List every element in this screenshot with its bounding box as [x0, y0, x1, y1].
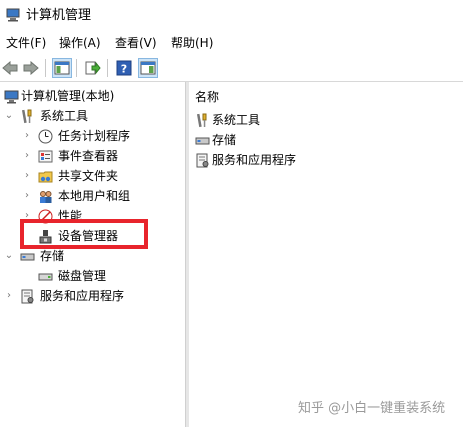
help-button[interactable]: ?: [114, 58, 134, 78]
chevron-right-icon[interactable]: ›: [22, 166, 32, 186]
tree-label: 事件查看器: [58, 149, 119, 163]
tree-item-storage[interactable]: ⌄ 存储: [0, 246, 185, 266]
list-item-label: 系统工具: [212, 113, 261, 127]
computer-management-icon: [4, 90, 19, 104]
tools-icon: [21, 109, 32, 124]
menu-file[interactable]: 文件(F): [5, 34, 47, 54]
forward-icon: [23, 61, 39, 75]
tree-label: 任务计划程序: [58, 129, 131, 143]
tree-label: 服务和应用程序: [40, 289, 125, 303]
action-pane-button[interactable]: [138, 58, 158, 78]
show-hide-console-tree-icon: [54, 61, 70, 75]
show-hide-console-tree-button[interactable]: [52, 58, 72, 78]
tree-item-root[interactable]: 计算机管理(本地): [0, 86, 185, 106]
menu-bar: 文件(F) 操作(A) 查看(V) 帮助(H): [0, 34, 463, 54]
tree-label: 系统工具: [40, 109, 89, 123]
menu-help[interactable]: 帮助(H): [170, 34, 214, 54]
list-item-services-apps[interactable]: 服务和应用程序: [195, 150, 455, 170]
tree-item-services-apps[interactable]: › 服务和应用程序: [0, 286, 185, 306]
action-pane-icon: [140, 61, 156, 75]
chevron-down-icon[interactable]: ⌄: [4, 106, 14, 126]
window-title: 计算机管理: [26, 8, 92, 23]
disk-management-icon: [38, 273, 53, 281]
chevron-right-icon[interactable]: ›: [22, 126, 32, 146]
tree-label: 共享文件夹: [58, 169, 119, 183]
watermark: 知乎 @小白一键重装系统: [298, 401, 446, 416]
computer-management-icon: [6, 8, 20, 22]
highlight-box: [20, 219, 148, 249]
back-icon: [2, 61, 18, 75]
chevron-right-icon[interactable]: ›: [22, 146, 32, 166]
tree-item-event-viewer[interactable]: › 事件查看器: [0, 146, 185, 166]
menu-action[interactable]: 操作(A): [58, 34, 102, 54]
tree-item-local-users-groups[interactable]: › 本地用户和组: [0, 186, 185, 206]
toolbar-separator: [45, 59, 46, 77]
tree-item-system-tools[interactable]: ⌄ 系统工具: [0, 106, 185, 126]
toolbar-separator: [76, 59, 77, 77]
list-item-label: 服务和应用程序: [212, 153, 297, 167]
chevron-right-icon[interactable]: ›: [4, 286, 14, 306]
export-list-icon: [85, 61, 101, 75]
tree-item-shared-folders[interactable]: › 共享文件夹: [0, 166, 185, 186]
forward-button[interactable]: [21, 58, 41, 78]
svg-text:?: ?: [121, 63, 127, 76]
tools-icon: [196, 113, 207, 128]
toolbar-separator: [107, 59, 108, 77]
results-pane: 名称 系统工具 存储 服务和应用程序: [189, 82, 463, 427]
event-viewer-icon: [38, 150, 53, 163]
back-button[interactable]: [0, 58, 20, 78]
chevron-down-icon[interactable]: ⌄: [4, 246, 14, 266]
storage-icon: [20, 253, 35, 261]
tree-item-disk-management[interactable]: 磁盘管理: [0, 266, 185, 286]
list-item-storage[interactable]: 存储: [195, 130, 455, 150]
storage-icon: [195, 137, 210, 145]
console-tree: 计算机管理(本地) ⌄ 系统工具 › 任务计划程序 › 事件查看器 › 共享文件…: [0, 82, 185, 427]
menu-view[interactable]: 查看(V): [114, 34, 158, 54]
export-list-button[interactable]: [83, 58, 103, 78]
list-item-label: 存储: [212, 133, 237, 147]
users-icon: [40, 191, 52, 203]
tree-label: 本地用户和组: [58, 189, 131, 203]
tree-label: 计算机管理(本地): [21, 89, 115, 103]
column-header-name[interactable]: 名称: [195, 88, 219, 106]
toolbar: ?: [0, 55, 463, 82]
title-bar: 计算机管理: [0, 0, 463, 32]
list-item-system-tools[interactable]: 系统工具: [195, 110, 455, 130]
shared-folder-icon: [38, 171, 53, 183]
clock-icon: [38, 129, 53, 144]
tree-label: 存储: [40, 249, 65, 263]
chevron-right-icon[interactable]: ›: [22, 186, 32, 206]
help-icon: ?: [116, 60, 132, 76]
services-icon: [21, 289, 34, 304]
tree-item-task-scheduler[interactable]: › 任务计划程序: [0, 126, 185, 146]
services-icon: [196, 153, 209, 168]
tree-label: 磁盘管理: [58, 269, 107, 283]
